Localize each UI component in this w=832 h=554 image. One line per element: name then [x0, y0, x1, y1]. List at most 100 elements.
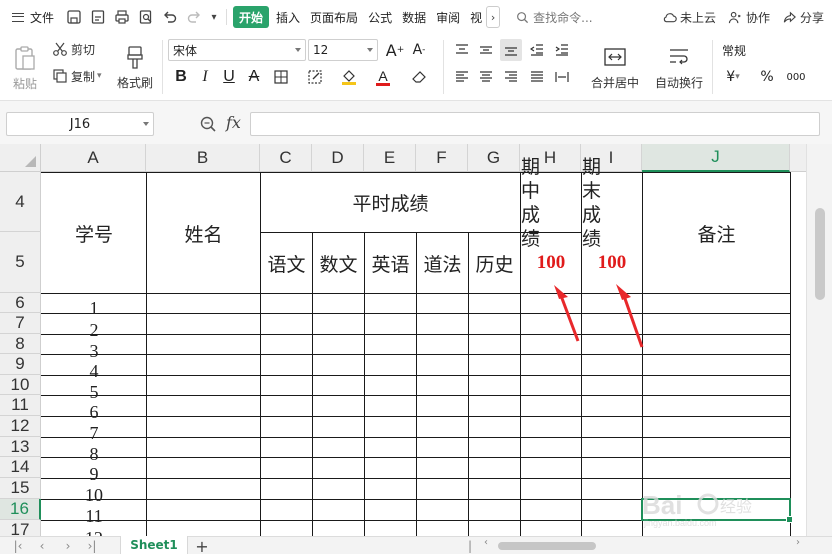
- wrap-text-button[interactable]: 自动换行: [652, 40, 706, 96]
- row-header-7[interactable]: 7: [0, 313, 41, 334]
- font-size-select[interactable]: 12: [308, 39, 378, 61]
- header-midterm-score[interactable]: 期 中 成 绩: [521, 156, 581, 250]
- print-preview-icon[interactable]: [134, 0, 158, 34]
- header-remarks[interactable]: 备注: [643, 173, 790, 293]
- cell-style-icon[interactable]: [304, 66, 326, 88]
- font-color-icon[interactable]: A: [372, 66, 394, 88]
- horizontal-scroll-thumb[interactable]: [498, 542, 596, 550]
- header-student-id[interactable]: 学号: [42, 173, 146, 293]
- format-painter-button[interactable]: 格式刷: [114, 40, 156, 96]
- underline-icon[interactable]: U: [218, 66, 240, 88]
- indent-decrease-icon[interactable]: [526, 39, 548, 61]
- cut-button[interactable]: 剪切: [52, 39, 95, 59]
- merge-center-button[interactable]: 合并居中: [584, 40, 646, 96]
- cloud-status-button[interactable]: 未上云: [662, 9, 716, 26]
- align-middle-icon[interactable]: [475, 39, 497, 61]
- clear-format-icon[interactable]: [408, 66, 430, 88]
- percent-format-button[interactable]: %: [756, 66, 778, 88]
- font-name-select[interactable]: 宋体: [168, 39, 306, 61]
- formula-input[interactable]: [250, 112, 820, 136]
- header-morality-law[interactable]: 道法: [417, 233, 468, 293]
- column-header-extra[interactable]: [790, 144, 806, 172]
- header-english[interactable]: 英语: [365, 233, 416, 293]
- column-header-f[interactable]: F: [416, 144, 468, 172]
- distributed-align-icon[interactable]: [551, 66, 573, 88]
- tab-home[interactable]: 开始: [233, 6, 270, 28]
- quick-access-more-icon[interactable]: ▾: [206, 0, 222, 34]
- column-header-a[interactable]: A: [41, 144, 146, 172]
- indent-increase-icon[interactable]: [551, 39, 573, 61]
- first-sheet-icon[interactable]: |‹: [10, 537, 26, 554]
- add-sheet-icon[interactable]: +: [193, 537, 211, 554]
- align-top-icon[interactable]: [451, 39, 473, 61]
- column-header-g[interactable]: G: [468, 144, 520, 172]
- row-header-14[interactable]: 14: [0, 457, 41, 478]
- last-sheet-icon[interactable]: ›|: [84, 537, 100, 554]
- export-pdf-icon[interactable]: [86, 0, 110, 34]
- row-header-11[interactable]: 11: [0, 395, 41, 416]
- name-box[interactable]: J16: [6, 112, 154, 136]
- sheet-tab-sheet1[interactable]: Sheet1: [120, 536, 188, 554]
- tab-page-layout[interactable]: 页面布局: [305, 0, 363, 34]
- number-format-select[interactable]: 常规: [718, 39, 826, 61]
- tab-insert[interactable]: 插入: [271, 0, 305, 34]
- column-header-j[interactable]: J: [642, 144, 790, 172]
- row-header-17[interactable]: 17: [0, 520, 41, 536]
- row-header-15[interactable]: 15: [0, 478, 41, 499]
- scroll-left-icon[interactable]: ‹: [484, 537, 488, 548]
- tab-scroll-left-icon[interactable]: |: [462, 537, 478, 554]
- header-chinese[interactable]: 语文: [261, 233, 312, 293]
- tab-review[interactable]: 审阅: [431, 0, 465, 34]
- header-regular-score[interactable]: 平时成绩: [261, 173, 520, 232]
- header-history[interactable]: 历史: [469, 233, 520, 293]
- zoom-formula-icon[interactable]: [199, 115, 217, 133]
- prev-sheet-icon[interactable]: ‹: [34, 537, 50, 554]
- header-final-score[interactable]: 期 末 成 绩: [582, 156, 642, 250]
- borders-icon[interactable]: [270, 66, 292, 88]
- row-header-4[interactable]: 4: [0, 172, 41, 232]
- tab-view[interactable]: 视: [465, 0, 482, 34]
- share-button[interactable]: 分享: [782, 9, 824, 26]
- more-tabs-chevron-icon[interactable]: ›: [486, 6, 501, 28]
- row-header-9[interactable]: 9: [0, 354, 41, 375]
- strikethrough-icon[interactable]: A: [243, 66, 265, 88]
- header-math[interactable]: 数文: [313, 233, 364, 293]
- print-icon[interactable]: [110, 0, 134, 34]
- align-center-icon[interactable]: [475, 66, 497, 88]
- horizontal-scrollbar[interactable]: ‹ ›: [484, 537, 800, 552]
- align-right-icon[interactable]: [500, 66, 522, 88]
- currency-format-button[interactable]: ¥ ▾: [722, 66, 744, 88]
- select-all-corner[interactable]: [0, 144, 41, 172]
- align-bottom-icon[interactable]: [500, 39, 522, 61]
- column-header-b[interactable]: B: [146, 144, 260, 172]
- command-search[interactable]: 查找命令...: [516, 9, 593, 26]
- student-number-cell[interactable]: 12: [42, 521, 146, 537]
- fx-icon[interactable]: fx: [226, 113, 241, 132]
- spreadsheet-grid[interactable]: A B C D E F G H I J 4 5 6 7 8 9 10 11 12…: [0, 144, 806, 536]
- bold-icon[interactable]: B: [170, 66, 192, 88]
- tab-data[interactable]: 数据: [397, 0, 431, 34]
- copy-button[interactable]: 复制 ▾: [52, 66, 102, 86]
- row-header-13[interactable]: 13: [0, 437, 41, 457]
- selected-cell-j16[interactable]: [641, 498, 793, 523]
- next-sheet-icon[interactable]: ›: [60, 537, 76, 554]
- italic-icon[interactable]: I: [194, 66, 216, 88]
- scroll-right-icon[interactable]: ›: [796, 537, 800, 548]
- align-left-icon[interactable]: [451, 66, 473, 88]
- row-header-16[interactable]: 16: [0, 499, 41, 520]
- column-header-e[interactable]: E: [364, 144, 416, 172]
- row-header-6[interactable]: 6: [0, 293, 41, 313]
- paste-button[interactable]: 粘贴: [8, 40, 42, 96]
- vertical-scrollbar[interactable]: [806, 144, 832, 536]
- fill-color-icon[interactable]: [338, 66, 360, 88]
- column-header-d[interactable]: D: [312, 144, 364, 172]
- justify-icon[interactable]: [526, 66, 548, 88]
- row-header-8[interactable]: 8: [0, 334, 41, 354]
- row-header-10[interactable]: 10: [0, 375, 41, 395]
- undo-icon[interactable]: [158, 0, 182, 34]
- row-header-12[interactable]: 12: [0, 416, 41, 437]
- redo-icon[interactable]: [182, 0, 206, 34]
- header-name[interactable]: 姓名: [147, 173, 260, 293]
- file-menu-button[interactable]: 文件: [0, 0, 62, 34]
- column-header-c[interactable]: C: [260, 144, 312, 172]
